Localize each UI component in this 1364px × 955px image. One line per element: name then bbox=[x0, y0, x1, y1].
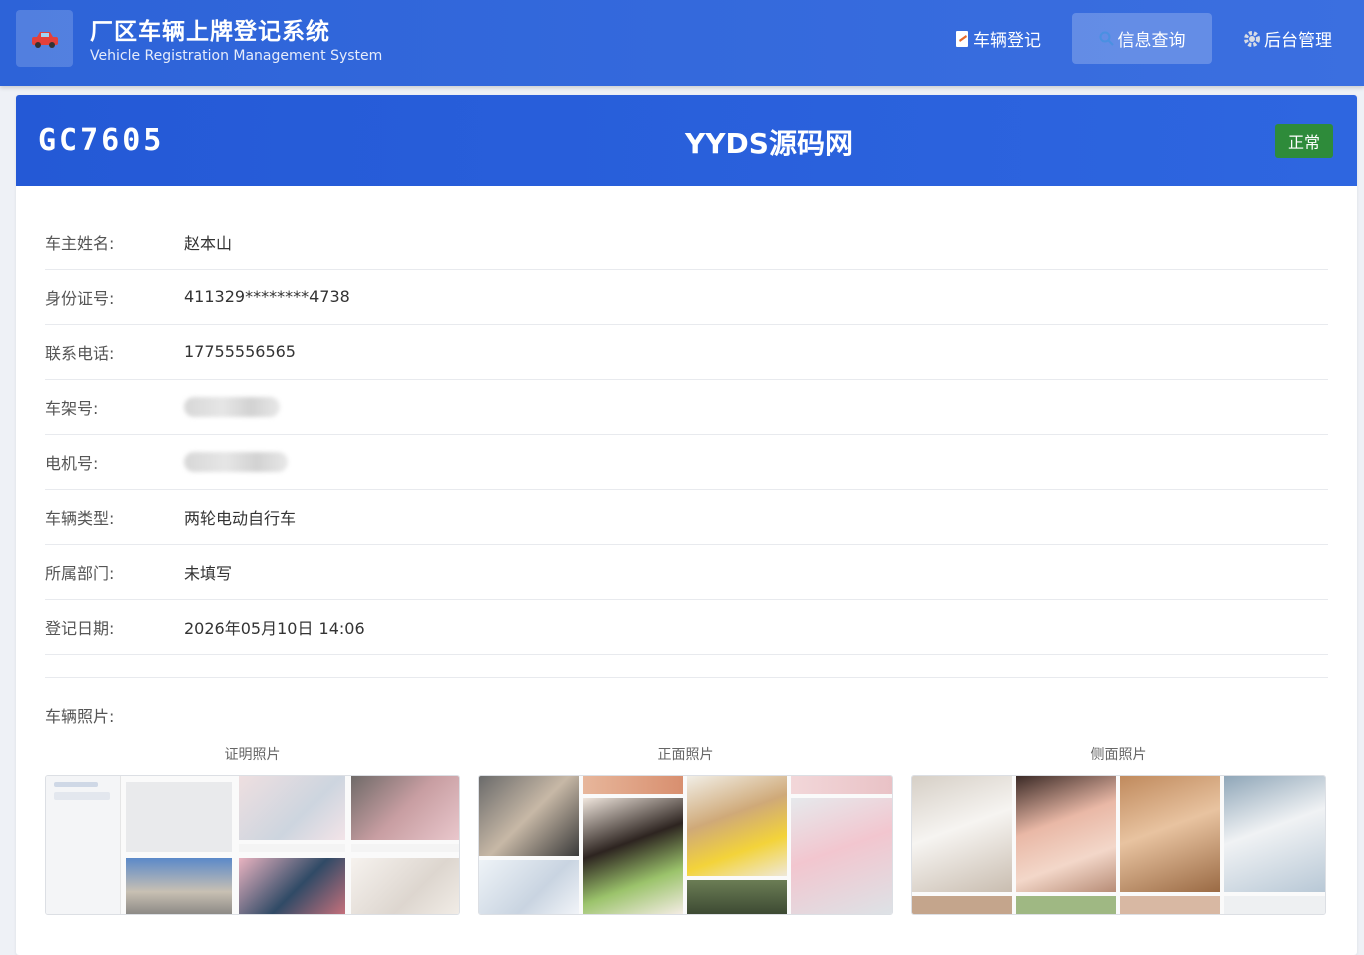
field-label: 身份证号: bbox=[45, 288, 115, 308]
field-label: 登记日期: bbox=[45, 618, 115, 638]
photo-image[interactable] bbox=[45, 775, 460, 915]
field-label: 联系电话: bbox=[45, 343, 115, 363]
field-row-frame-number: 车架号: bbox=[45, 379, 1328, 435]
field-row-register-date: 登记日期: 2026年05月10日 14:06 bbox=[45, 599, 1328, 655]
status-badge: 正常 bbox=[1275, 124, 1333, 158]
field-row-phone: 联系电话: 17755556565 bbox=[45, 324, 1328, 380]
nav-vehicle-register[interactable]: 车辆登记 bbox=[954, 13, 1041, 64]
field-value: 未填写 bbox=[184, 563, 233, 583]
field-value: 赵本山 bbox=[184, 233, 233, 253]
field-value: 两轮电动自行车 bbox=[184, 508, 297, 528]
nav-register-label: 车辆登记 bbox=[973, 31, 1041, 51]
card-header: GC7605 YYDS源码网 正常 bbox=[16, 95, 1357, 186]
gear-icon bbox=[1243, 30, 1261, 48]
field-row-vehicle-type: 车辆类型: 两轮电动自行车 bbox=[45, 489, 1328, 545]
car-icon bbox=[31, 31, 58, 48]
system-title: 厂区车辆上牌登记系统 bbox=[90, 19, 330, 45]
field-row-motor-number: 电机号: bbox=[45, 434, 1328, 490]
photo-side: 侧面照片 bbox=[911, 745, 1326, 915]
nav-admin-label: 后台管理 bbox=[1264, 31, 1332, 51]
photo-image[interactable] bbox=[911, 775, 1326, 915]
field-label: 车架号: bbox=[45, 398, 99, 418]
redacted-value bbox=[184, 396, 280, 417]
field-value: 411329********4738 bbox=[184, 287, 350, 306]
redacted-value bbox=[184, 451, 288, 472]
top-navbar: 厂区车辆上牌登记系统 Vehicle Registration Manageme… bbox=[0, 0, 1364, 86]
system-subtitle: Vehicle Registration Management System bbox=[90, 48, 383, 64]
logo bbox=[16, 10, 73, 67]
search-icon bbox=[1099, 31, 1115, 47]
divider bbox=[45, 677, 1328, 678]
field-row-owner-name: 车主姓名: 赵本山 bbox=[45, 214, 1328, 270]
photo-caption: 正面照片 bbox=[657, 747, 714, 763]
photo-caption: 证明照片 bbox=[224, 747, 281, 763]
field-label: 车辆类型: bbox=[45, 508, 115, 528]
nav-admin[interactable]: 后台管理 bbox=[1243, 13, 1332, 64]
field-value: 17755556565 bbox=[184, 342, 296, 361]
plate-number: GC7605 bbox=[38, 123, 165, 158]
photo-image[interactable] bbox=[478, 775, 893, 915]
field-row-department: 所属部门: 未填写 bbox=[45, 544, 1328, 600]
photo-proof: 证明照片 bbox=[45, 745, 460, 915]
field-value: 2026年05月10日 14:06 bbox=[184, 618, 365, 638]
photo-front: 正面照片 bbox=[478, 745, 893, 915]
nav-query-label: 信息查询 bbox=[1117, 31, 1186, 51]
vehicle-detail-card: GC7605 YYDS源码网 正常 车主姓名: 赵本山 身份证号: 411329… bbox=[16, 95, 1357, 955]
photos-label: 车辆照片: bbox=[45, 707, 115, 726]
watermark-text: YYDS源码网 bbox=[685, 127, 853, 160]
photo-caption: 侧面照片 bbox=[1090, 747, 1147, 763]
field-label: 所属部门: bbox=[45, 563, 115, 583]
nav-info-query[interactable]: 信息查询 bbox=[1072, 13, 1212, 64]
document-icon bbox=[954, 30, 970, 48]
field-row-id-number: 身份证号: 411329********4738 bbox=[45, 269, 1328, 325]
field-label: 电机号: bbox=[45, 453, 99, 473]
field-label: 车主姓名: bbox=[45, 233, 115, 253]
